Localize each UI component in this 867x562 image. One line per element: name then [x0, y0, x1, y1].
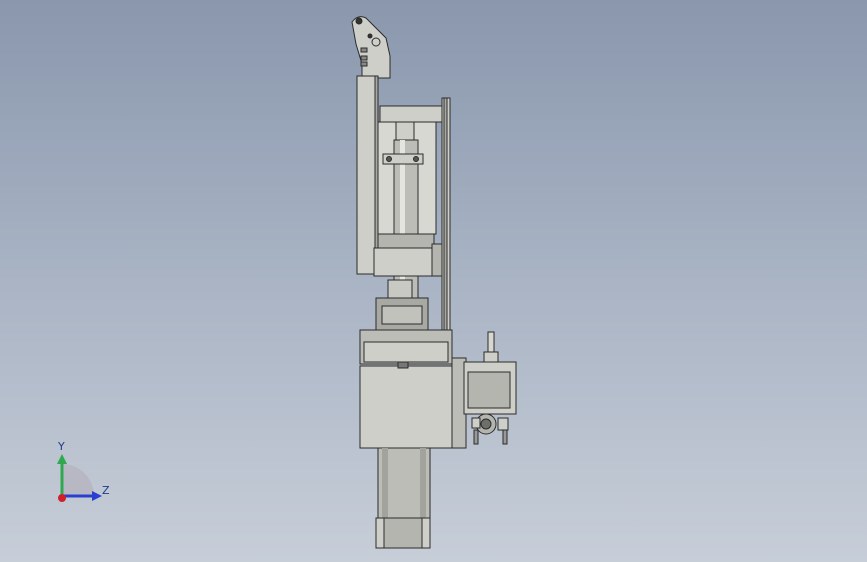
x-axis-dot: [58, 494, 66, 502]
triad-arc: [62, 464, 94, 496]
graphics-viewport[interactable]: Y Z: [0, 0, 867, 562]
triad-graphic: [57, 454, 102, 502]
vertical-arm[interactable]: [356, 75, 376, 275]
gripper-bracket[interactable]: [351, 16, 391, 79]
coordinate-triad: Y Z: [40, 436, 120, 516]
y-axis-label: Y: [58, 440, 65, 453]
gearbox-housing[interactable]: [359, 365, 453, 449]
sensor-post[interactable]: [487, 331, 495, 355]
nut-block[interactable]: [377, 233, 435, 249]
top-plate[interactable]: [379, 105, 445, 123]
z-axis-label: Z: [102, 484, 110, 497]
cad-model[interactable]: [0, 0, 867, 562]
